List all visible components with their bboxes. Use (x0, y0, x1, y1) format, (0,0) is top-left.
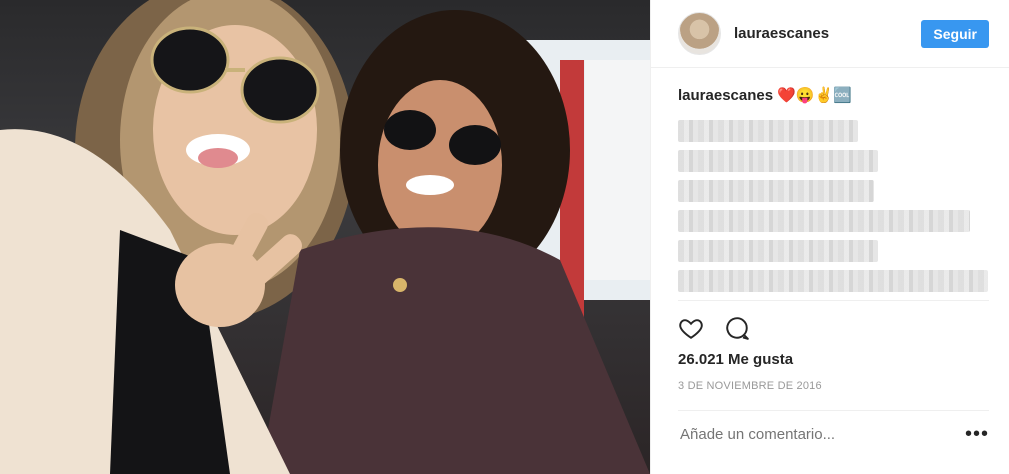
post-sidebar: lauraescanes Seguir lauraescanes ❤️😛✌️🆒 (650, 0, 1009, 474)
blurred-line (678, 240, 878, 262)
post-date: 3 DE NOVIEMBRE DE 2016 (678, 380, 822, 392)
photo-illustration (0, 0, 650, 474)
avatar[interactable] (678, 12, 721, 55)
username-link[interactable]: lauraescanes (734, 25, 921, 42)
more-options-icon[interactable]: ••• (965, 423, 989, 446)
post-header: lauraescanes Seguir (651, 0, 1009, 68)
post-photo[interactable] (0, 0, 650, 474)
post-actions (678, 300, 989, 341)
blurred-caption-text (678, 120, 989, 292)
blurred-line (678, 180, 874, 202)
blurred-line (678, 150, 878, 172)
comment-icon[interactable] (724, 315, 750, 341)
heart-icon[interactable] (678, 315, 704, 341)
caption-emojis: ❤️😛✌️🆒 (777, 87, 852, 104)
comment-bar: ••• (678, 410, 989, 446)
likes-count[interactable]: 26.021 Me gusta (678, 351, 989, 368)
blurred-line (678, 120, 858, 142)
caption-username[interactable]: lauraescanes (678, 87, 773, 104)
follow-button[interactable]: Seguir (921, 19, 989, 48)
blurred-line (678, 210, 970, 232)
caption: lauraescanes ❤️😛✌️🆒 (651, 68, 1009, 300)
instagram-post: lauraescanes Seguir lauraescanes ❤️😛✌️🆒 (0, 0, 1009, 474)
blurred-line (678, 270, 988, 292)
caption-first-line: lauraescanes ❤️😛✌️🆒 (678, 86, 989, 106)
comment-input[interactable] (678, 425, 965, 444)
